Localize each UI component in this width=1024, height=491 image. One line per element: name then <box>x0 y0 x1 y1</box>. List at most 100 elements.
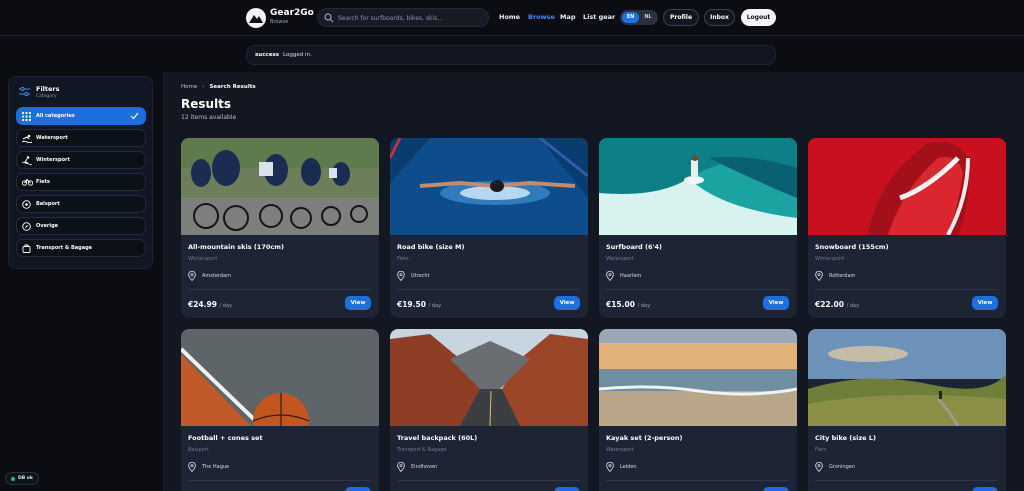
listing-image-red-sneaker[interactable] <box>808 138 1006 235</box>
listing-location: Utrecht <box>411 273 430 279</box>
view-button[interactable]: View <box>345 487 371 491</box>
nav-home[interactable]: Home <box>499 13 520 21</box>
listing-card[interactable]: All-mountain skis (170cm) Wintersport Am… <box>181 138 379 318</box>
search-input[interactable] <box>338 12 483 24</box>
listing-price: €22.00 / day <box>815 300 859 309</box>
price-value: €19.50 <box>397 300 426 309</box>
view-button[interactable]: View <box>972 487 998 491</box>
nav-browse[interactable]: Browse <box>528 13 555 21</box>
listing-category: Wintersport <box>815 256 845 262</box>
price-value: €24.99 <box>188 300 217 309</box>
profile-button[interactable]: Profile <box>663 9 699 26</box>
listing-location: Amsterdam <box>202 273 232 279</box>
category-watersport[interactable]: Watersport <box>16 129 146 147</box>
compass-icon <box>22 222 31 231</box>
page-title: Results <box>181 97 232 111</box>
listing-location: Groningen <box>829 464 856 470</box>
listing-category: Watersport <box>606 256 634 262</box>
listing-card[interactable]: Surfboard (6'4) Watersport Haarlem €15.0… <box>599 138 797 318</box>
price-unit: / day <box>219 303 233 309</box>
listing-image-swimmer[interactable] <box>390 138 588 235</box>
brand[interactable]: Gear2Go Browse <box>270 8 314 26</box>
listing-location: Haarlem <box>620 273 642 279</box>
category-wintersport[interactable]: Wintersport <box>16 151 146 169</box>
inbox-button[interactable]: Inbox <box>704 9 735 26</box>
price-unit: / day <box>846 303 860 309</box>
card-divider <box>397 289 580 290</box>
filter-sliders-icon <box>19 86 30 97</box>
category-label: Watersport <box>36 135 68 141</box>
nav-map[interactable]: Map <box>560 13 576 21</box>
listing-category: Watersport <box>606 447 634 453</box>
listing-card[interactable]: Kayak set (2-person) Watersport Leiden V… <box>599 329 797 491</box>
nav-list-gear[interactable]: List gear <box>583 13 615 21</box>
price-value: €15.00 <box>606 300 635 309</box>
ball-icon <box>22 200 31 209</box>
db-status-badge: DB ok <box>5 472 39 485</box>
chevron-right-icon: › <box>202 84 205 90</box>
category-transport-bagage[interactable]: Transport & Bagage <box>16 239 146 257</box>
location-pin-icon <box>815 462 823 472</box>
breadcrumb-current: Search Results <box>209 84 256 90</box>
grid-icon <box>22 112 31 121</box>
price-unit: / day <box>637 303 651 309</box>
price-value: €22.00 <box>815 300 844 309</box>
logout-button[interactable]: Logout <box>741 9 776 26</box>
view-button[interactable]: View <box>972 296 998 310</box>
listing-price: €24.99 / day <box>188 300 232 309</box>
location-pin-icon <box>188 271 196 281</box>
listing-image-cyclists[interactable] <box>181 138 379 235</box>
location-pin-icon <box>606 271 614 281</box>
breadcrumb-home[interactable]: Home <box>181 84 197 90</box>
view-button[interactable]: View <box>345 296 371 310</box>
listing-image-hills-cyclist[interactable] <box>808 329 1006 426</box>
search-box[interactable] <box>317 8 489 27</box>
card-divider <box>188 480 371 481</box>
location-pin-icon <box>606 462 614 472</box>
view-button[interactable]: View <box>763 296 789 310</box>
search-icon <box>324 13 334 23</box>
listing-image-canyon-road[interactable] <box>390 329 588 426</box>
listing-category: Wintersport <box>188 256 218 262</box>
language-toggle[interactable]: EN NL <box>620 10 658 25</box>
skier-icon <box>22 156 32 165</box>
logo-icon[interactable] <box>246 8 266 28</box>
category-all[interactable]: All categories <box>16 107 146 125</box>
listing-image-basketball-court[interactable] <box>181 329 379 426</box>
brand-subtitle: Browse <box>270 19 289 25</box>
listing-card[interactable]: Travel backpack (60L) Transport & Bagage… <box>390 329 588 491</box>
category-balsport[interactable]: Balsport <box>16 195 146 213</box>
view-button[interactable]: View <box>763 487 789 491</box>
breadcrumb: Home › Search Results <box>181 84 256 90</box>
lang-nl[interactable]: NL <box>640 12 656 23</box>
category-label: Transport & Bagage <box>36 245 93 251</box>
category-fiets[interactable]: Fiets <box>16 173 146 191</box>
listing-category: Fiets <box>815 447 827 453</box>
card-divider <box>397 480 580 481</box>
listing-category: Balsport <box>188 447 209 453</box>
view-button[interactable]: View <box>554 296 580 310</box>
category-label: Fiets <box>36 179 50 185</box>
top-navbar: Gear2Go Browse Home Browse Map List gear… <box>0 0 1024 36</box>
category-label: Wintersport <box>36 157 70 163</box>
listing-title: Kayak set (2-person) <box>606 434 683 442</box>
lang-en[interactable]: EN <box>622 12 639 23</box>
listing-card[interactable]: City bike (size L) Fiets Groningen View <box>808 329 1006 491</box>
swimmer-icon <box>22 134 32 143</box>
listing-title: Snowboard (155cm) <box>815 243 889 251</box>
toast-message: Logged in. <box>283 52 312 58</box>
card-divider <box>188 289 371 290</box>
category-label: Balsport <box>36 201 60 207</box>
card-divider <box>815 480 998 481</box>
listing-card[interactable]: Snowboard (155cm) Wintersport Rotterdam … <box>808 138 1006 318</box>
filters-title: Filters <box>36 85 60 93</box>
category-overige[interactable]: Overige <box>16 217 146 235</box>
listing-card[interactable]: Football + cones set Balsport The Hague … <box>181 329 379 491</box>
listing-location: Leiden <box>620 464 637 470</box>
listing-image-beach-sunset[interactable] <box>599 329 797 426</box>
check-icon <box>130 112 139 120</box>
success-toast: success Logged in. <box>246 45 776 65</box>
listing-image-surfer[interactable] <box>599 138 797 235</box>
view-button[interactable]: View <box>554 487 580 491</box>
listing-card[interactable]: Road bike (size M) Fiets Utrecht €19.50 … <box>390 138 588 318</box>
